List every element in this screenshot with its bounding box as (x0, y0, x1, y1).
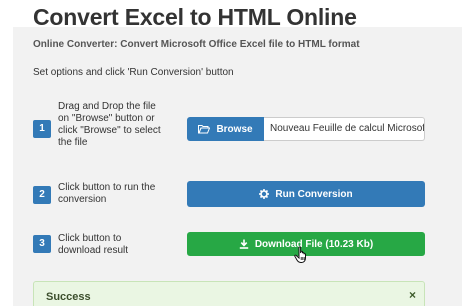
run-conversion-button[interactable]: Run Conversion (187, 181, 425, 207)
step-1-line-3: click "Browse" to select (58, 125, 161, 136)
instructions-text: Set options and click 'Run Conversion' b… (33, 67, 234, 78)
step-2-line-2: conversion (58, 194, 107, 205)
step-3-text: Click button to download result (58, 233, 128, 257)
step-3-line-2: download result (58, 245, 129, 256)
step-3-line-1: Click button to (58, 233, 122, 244)
run-conversion-label: Run Conversion (275, 188, 353, 200)
step-1-line-2: on "Browse" button or (58, 113, 155, 124)
step-2-badge: 2 (33, 186, 51, 204)
gear-icon (259, 189, 270, 199)
step-3-badge: 3 (33, 235, 51, 253)
download-icon (239, 239, 249, 249)
hand-pointer-cursor-icon (294, 246, 310, 264)
success-alert: Success × (33, 281, 425, 306)
success-alert-title: Success (46, 291, 91, 303)
browse-button[interactable]: Browse (187, 117, 264, 141)
folder-open-icon (198, 124, 211, 134)
file-name-field[interactable]: Nouveau Feuille de calcul Microsoft Exce… (264, 117, 425, 141)
step-1-line-1: Drag and Drop the file (58, 101, 156, 112)
step-2-line-1: Click button to run the (58, 182, 156, 193)
step-1-line-4: the file (58, 137, 88, 148)
browse-button-label: Browse (216, 123, 253, 135)
step-2-text: Click button to run the conversion (58, 182, 155, 206)
download-file-label: Download File (10.23 Kb) (254, 238, 374, 250)
step-1-badge: 1 (33, 120, 51, 138)
page-subtitle: Online Converter: Convert Microsoft Offi… (33, 39, 360, 50)
close-icon[interactable]: × (409, 288, 416, 302)
step-1-text: Drag and Drop the file on "Browse" butto… (58, 101, 161, 149)
